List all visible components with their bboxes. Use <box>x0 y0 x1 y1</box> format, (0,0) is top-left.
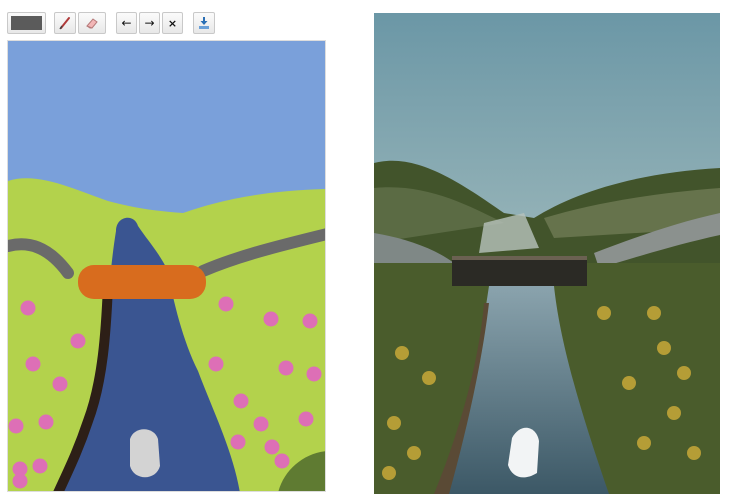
generated-flower <box>667 406 681 420</box>
brush-icon <box>59 17 70 30</box>
download-icon <box>199 17 209 29</box>
generated-flower <box>597 306 611 320</box>
drawing-toolbar: ← → × <box>7 12 327 36</box>
bridge-region <box>78 265 206 299</box>
close-icon: × <box>167 16 178 30</box>
active-color-swatch <box>11 16 42 30</box>
flower-dot <box>306 366 322 382</box>
flower-dot <box>20 300 36 316</box>
generated-image <box>374 13 720 494</box>
flower-dot <box>230 434 246 450</box>
flower-dot <box>274 453 290 469</box>
color-swatch-button[interactable] <box>7 12 46 34</box>
generated-flower <box>387 416 401 430</box>
undo-button[interactable]: ← <box>116 12 137 34</box>
flower-dot <box>298 411 314 427</box>
generated-flower <box>687 446 701 460</box>
redo-arrow-icon: → <box>144 16 155 30</box>
flower-dot <box>25 356 41 372</box>
flower-dot <box>263 311 279 327</box>
generated-flower <box>422 371 436 385</box>
generated-flower <box>677 366 691 380</box>
clear-button[interactable]: × <box>162 12 183 34</box>
generated-flower <box>407 446 421 460</box>
flower-dot <box>264 439 280 455</box>
flower-dot <box>218 296 234 312</box>
flower-dot <box>302 313 318 329</box>
flower-dot <box>12 473 28 489</box>
generated-landscape-picture <box>374 13 720 494</box>
eraser-icon <box>86 18 98 29</box>
download-button[interactable] <box>193 12 215 34</box>
flower-dot <box>8 418 24 434</box>
generated-flower <box>622 376 636 390</box>
generated-flower <box>657 341 671 355</box>
generated-flower <box>647 306 661 320</box>
flower-dot <box>32 458 48 474</box>
generated-flower <box>395 346 409 360</box>
eraser-tool-button[interactable] <box>78 12 106 34</box>
segmentation-drawing <box>8 41 325 491</box>
flower-dot <box>253 416 269 432</box>
generated-flower <box>382 466 396 480</box>
rock-region <box>130 429 160 478</box>
flower-dot <box>278 360 294 376</box>
flower-dot <box>233 393 249 409</box>
brush-tool-button[interactable] <box>54 12 76 34</box>
redo-button[interactable]: → <box>139 12 160 34</box>
sketch-canvas[interactable] <box>7 40 326 492</box>
flower-dot <box>70 333 86 349</box>
flower-dot <box>208 356 224 372</box>
flower-dot <box>38 414 54 430</box>
undo-arrow-icon: ← <box>121 16 132 30</box>
flower-dot <box>52 376 68 392</box>
generated-flower <box>637 436 651 450</box>
